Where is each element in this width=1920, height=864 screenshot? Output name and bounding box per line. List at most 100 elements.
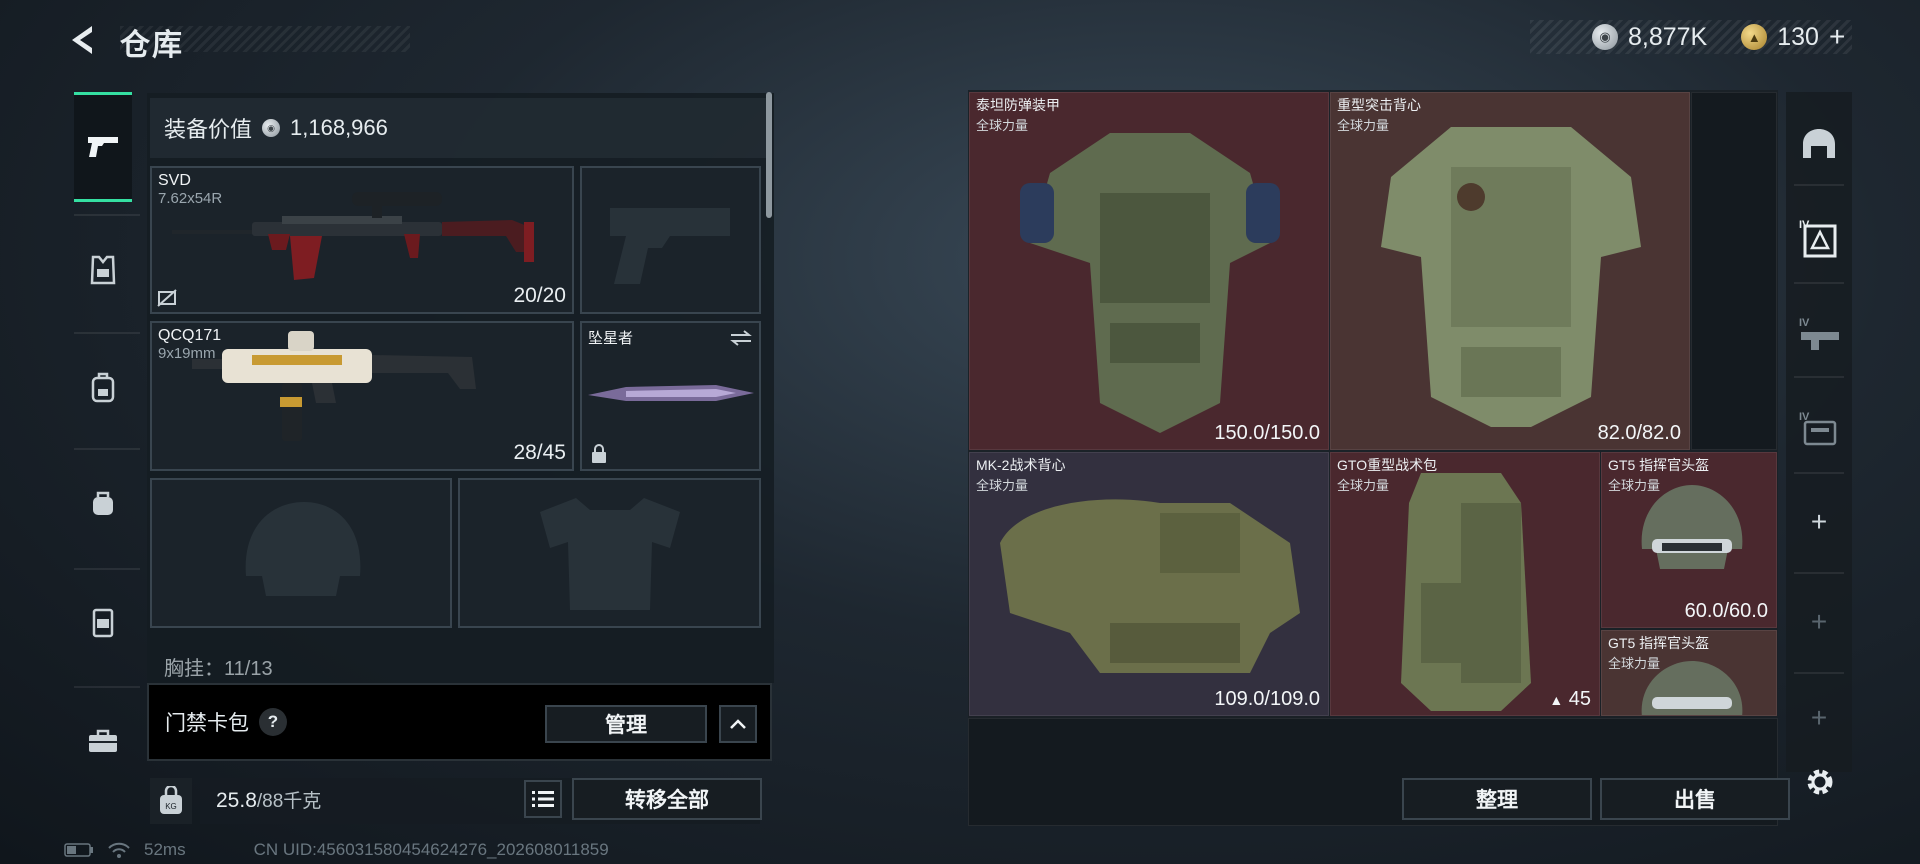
no-attachment-icon bbox=[157, 289, 177, 307]
gold-currency-value: 130 bbox=[1777, 22, 1819, 51]
helmet-placeholder-icon bbox=[245, 502, 361, 596]
loadout-value-label: 装备价值 bbox=[164, 117, 253, 142]
chest-rig-icon bbox=[92, 608, 114, 638]
category-pouch[interactable] bbox=[74, 448, 132, 558]
add-currency-button[interactable]: + bbox=[1829, 21, 1845, 53]
category-weapons[interactable] bbox=[74, 92, 132, 202]
titan-armor-image bbox=[1020, 133, 1280, 433]
inventory-item[interactable]: GTO重型战术包 全球力量 ▲ 45 bbox=[1330, 452, 1600, 716]
collapse-button[interactable] bbox=[719, 705, 757, 743]
armor-placeholder-icon bbox=[540, 498, 680, 610]
melee-slot[interactable]: 坠星者 bbox=[580, 321, 761, 471]
keycard-label: 门禁卡包 bbox=[165, 712, 249, 735]
category-toolbox[interactable] bbox=[74, 686, 132, 796]
filter-add-1[interactable]: + bbox=[1786, 476, 1852, 568]
inventory-item[interactable]: 重型突击背心 全球力量 82.0/82.0 bbox=[1330, 92, 1690, 450]
back-button[interactable] bbox=[62, 18, 102, 62]
item-count: ▲ 45 bbox=[1549, 688, 1591, 710]
empty-grid-cell bbox=[1691, 92, 1777, 450]
status-bar: 52ms CN UID:456031580454624276_202608011… bbox=[64, 840, 609, 860]
backpack-icon bbox=[91, 372, 115, 403]
inventory-item[interactable]: GT5 指挥官头盔 全球力量 60.0/60.0 bbox=[1601, 452, 1777, 628]
item-name: 泰坦防弹装甲 bbox=[976, 97, 1060, 113]
item-name: GT5 指挥官头盔 bbox=[1608, 457, 1710, 473]
item-region: 全球力量 bbox=[1337, 478, 1390, 493]
sort-button[interactable]: 整理 bbox=[1402, 778, 1592, 820]
loadout-value: 1,168,966 bbox=[290, 115, 388, 140]
helmet-slot[interactable] bbox=[150, 478, 452, 628]
inventory-grid: 泰坦防弹装甲 全球力量 150.0/150.0 重型突击背心 全球力量 82.0… bbox=[968, 90, 1778, 826]
filter-armor-tier[interactable]: IV bbox=[1786, 192, 1852, 284]
silver-coin-icon: ◉ bbox=[262, 119, 281, 137]
knife-image bbox=[588, 385, 754, 401]
svd-rifle-image bbox=[172, 192, 534, 280]
item-durability: 60.0/60.0 bbox=[1684, 600, 1768, 622]
current-weight: 25.8 bbox=[216, 789, 257, 812]
armor-vest-icon bbox=[90, 255, 116, 285]
currency-bar: ◉ 8,877K ▲ 130 + bbox=[1530, 20, 1852, 54]
page-title: 仓库 bbox=[120, 29, 184, 62]
sell-button[interactable]: 出售 bbox=[1600, 778, 1790, 820]
inventory-item[interactable]: GT5 指挥官头盔 全球力量 bbox=[1601, 630, 1777, 716]
manage-button[interactable]: 管理 bbox=[545, 705, 707, 743]
filter-bag-tier[interactable]: IV bbox=[1786, 382, 1852, 474]
pistol-placeholder-icon bbox=[610, 208, 730, 284]
helmet-filter-icon bbox=[1803, 129, 1835, 158]
melee-name: 坠星者 bbox=[588, 330, 634, 347]
ping-value: 52ms bbox=[144, 840, 186, 859]
transfer-all-button[interactable]: 转移全部 bbox=[572, 778, 762, 820]
filter-add-2[interactable]: + bbox=[1786, 576, 1852, 668]
weight-icon: KG bbox=[150, 778, 192, 824]
armor-slot[interactable] bbox=[458, 478, 761, 628]
pistol-icon bbox=[88, 137, 118, 157]
gto-backpack-image bbox=[1401, 473, 1531, 711]
swap-icon[interactable] bbox=[729, 329, 753, 347]
plus-icon: + bbox=[1810, 606, 1828, 637]
back-arrow-icon bbox=[72, 26, 92, 54]
heavy-assault-vest-image bbox=[1381, 127, 1641, 427]
toolbox-icon bbox=[89, 729, 117, 752]
silver-currency-value: 8,877K bbox=[1628, 22, 1708, 51]
plus-icon: + bbox=[1810, 506, 1828, 537]
filter-helmet[interactable] bbox=[1786, 98, 1852, 190]
category-backpack[interactable] bbox=[74, 332, 132, 442]
item-name: GT5 指挥官头盔 bbox=[1608, 635, 1710, 651]
weight-capacity: /88千克 bbox=[256, 791, 322, 812]
chest-rig-slot[interactable]: 胸挂：11/13 bbox=[150, 642, 760, 682]
primary-weapon-slot[interactable]: SVD 7.62x54R 20/20 bbox=[150, 166, 574, 314]
svg-text:KG: KG bbox=[165, 802, 177, 811]
lock-icon bbox=[592, 444, 606, 463]
player-uid: CN UID:456031580454624276_202608011859 bbox=[253, 840, 609, 859]
category-sidebar bbox=[70, 92, 140, 810]
category-chest-rig[interactable] bbox=[74, 568, 132, 678]
list-view-button[interactable] bbox=[524, 780, 562, 818]
pouch-icon bbox=[93, 491, 113, 515]
list-icon bbox=[532, 791, 554, 807]
armor-filter-icon: IV bbox=[1799, 219, 1837, 258]
gold-coin-icon: ▲ bbox=[1741, 24, 1768, 50]
gt5-helmet-image bbox=[1641, 661, 1743, 715]
plus-icon: + bbox=[1810, 702, 1828, 733]
keycard-bag-row: 门禁卡包 ? 管理 bbox=[147, 683, 772, 761]
item-durability: 82.0/82.0 bbox=[1597, 422, 1681, 444]
settings-button[interactable] bbox=[1800, 762, 1840, 802]
sidearm-slot[interactable] bbox=[580, 166, 761, 314]
filter-rifle-tier[interactable]: IV bbox=[1786, 288, 1852, 380]
rifle-filter-icon: IV bbox=[1799, 317, 1839, 350]
inventory-item[interactable]: 泰坦防弹装甲 全球力量 150.0/150.0 bbox=[969, 92, 1329, 450]
weight-readout: 25.8/88千克 bbox=[216, 786, 321, 813]
loadout-scrollbar[interactable] bbox=[766, 92, 772, 218]
item-name: MK-2战术背心 bbox=[976, 457, 1066, 473]
filter-add-3[interactable]: + bbox=[1786, 672, 1852, 764]
keycard-help-button[interactable]: ? bbox=[259, 708, 287, 736]
chest-rig-capacity: 胸挂：11/13 bbox=[164, 658, 273, 680]
gt5-helmet-image bbox=[1641, 485, 1743, 569]
inventory-item[interactable]: MK-2战术背心 全球力量 109.0/109.0 bbox=[969, 452, 1329, 716]
mk2-tactical-vest-image bbox=[1000, 499, 1300, 673]
loadout-value-row: 装备价值 ◉ 1,168,966 bbox=[150, 98, 770, 158]
secondary-weapon-slot[interactable]: QCQ171 9x19mm 28/45 bbox=[150, 321, 574, 471]
weapon-ammo: 20/20 bbox=[513, 284, 566, 307]
battery-icon bbox=[64, 843, 93, 857]
svg-text:IV: IV bbox=[1799, 317, 1810, 329]
category-armor[interactable] bbox=[74, 215, 132, 325]
